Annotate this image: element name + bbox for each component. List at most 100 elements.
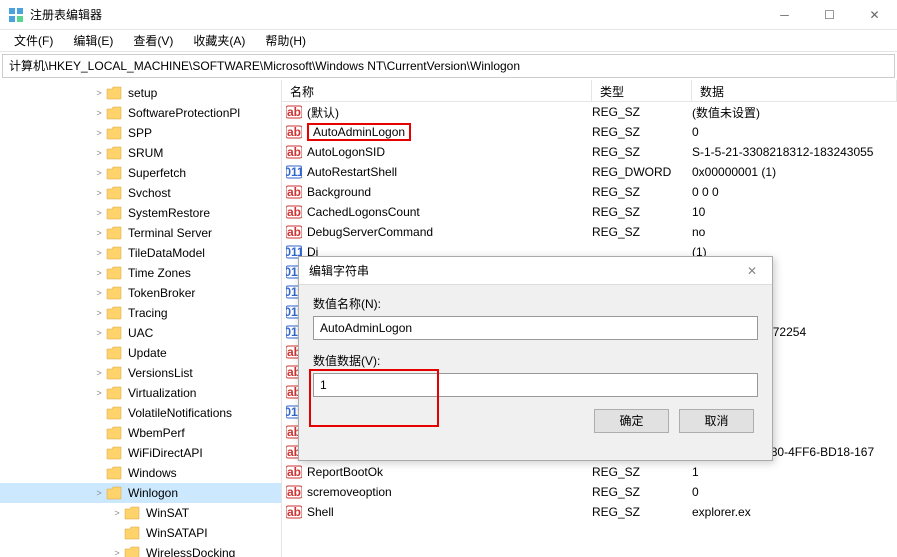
expander-icon[interactable]: >: [92, 228, 106, 238]
value-row[interactable]: abAutoAdminLogonREG_SZ0: [282, 122, 897, 142]
expander-icon[interactable]: >: [92, 328, 106, 338]
tree-item[interactable]: VolatileNotifications: [0, 403, 281, 423]
tree-item[interactable]: > SoftwareProtectionPl: [0, 103, 281, 123]
tree-label: Windows: [126, 465, 179, 481]
tree-panel[interactable]: >setup>SoftwareProtectionPl>SPP>SRUM>Sup…: [0, 80, 282, 557]
value-row[interactable]: abAutoLogonSIDREG_SZS-1-5-21-3308218312-…: [282, 142, 897, 162]
value-data: 0: [692, 125, 897, 139]
minimize-button[interactable]: ─: [762, 0, 807, 30]
tree-item[interactable]: > UAC: [0, 323, 281, 343]
value-name: (默认): [307, 104, 339, 121]
folder-icon: [106, 306, 122, 320]
tree-label: UAC: [126, 325, 155, 341]
tree-item[interactable]: >Virtualization: [0, 383, 281, 403]
col-name[interactable]: 名称: [282, 80, 592, 101]
value-data: S-1-5-21-3308218312-183243055: [692, 145, 897, 159]
expander-icon[interactable]: >: [92, 188, 106, 198]
expander-icon[interactable]: >: [92, 108, 106, 118]
value-name-input[interactable]: [313, 316, 758, 340]
svg-text:ab: ab: [287, 225, 301, 239]
menubar: 文件(F) 编辑(E) 查看(V) 收藏夹(A) 帮助(H): [0, 30, 897, 52]
expander-icon[interactable]: >: [92, 88, 106, 98]
titlebar: 注册表编辑器 ─ ☐ ✕: [0, 0, 897, 30]
tree-item[interactable]: >Tracing: [0, 303, 281, 323]
tree-item[interactable]: > VersionsList: [0, 363, 281, 383]
expander-icon[interactable]: >: [92, 488, 106, 498]
menu-favorites[interactable]: 收藏夹(A): [185, 30, 253, 51]
tree-item[interactable]: Update: [0, 343, 281, 363]
expander-icon[interactable]: >: [110, 548, 124, 557]
value-row[interactable]: abReportBootOkREG_SZ1: [282, 462, 897, 482]
tree-item[interactable]: >Winlogon: [0, 483, 281, 503]
expander-icon[interactable]: >: [92, 128, 106, 138]
tree-label: WiFiDirectAPI: [126, 445, 205, 461]
tree-item[interactable]: Windows: [0, 463, 281, 483]
folder-icon: [106, 486, 122, 500]
string-icon: ab: [286, 204, 302, 220]
folder-icon: [106, 206, 122, 220]
string-icon: ab: [286, 124, 302, 140]
tree-item[interactable]: WiFiDirectAPI: [0, 443, 281, 463]
value-row[interactable]: abShellREG_SZexplorer.ex: [282, 502, 897, 522]
value-row[interactable]: ab(默认)REG_SZ(数值未设置): [282, 102, 897, 122]
maximize-button[interactable]: ☐: [807, 0, 852, 30]
expander-icon[interactable]: >: [92, 388, 106, 398]
tree-item[interactable]: >TileDataModel: [0, 243, 281, 263]
tree-label: WbemPerf: [126, 425, 187, 441]
value-row[interactable]: abCachedLogonsCountREG_SZ10: [282, 202, 897, 222]
folder-icon: [124, 546, 140, 557]
tree-item[interactable]: >setup: [0, 83, 281, 103]
folder-icon: [106, 406, 122, 420]
tree-item[interactable]: WinSATAPI: [0, 523, 281, 543]
tree-item[interactable]: >WirelessDocking: [0, 543, 281, 557]
tree-item[interactable]: > SPP: [0, 123, 281, 143]
tree-label: SPP: [126, 125, 154, 141]
tree-item[interactable]: >SRUM: [0, 143, 281, 163]
tree-label: VersionsList: [126, 365, 195, 381]
tree-item[interactable]: >WinSAT: [0, 503, 281, 523]
value-row[interactable]: abDebugServerCommandREG_SZno: [282, 222, 897, 242]
expander-icon[interactable]: >: [92, 148, 106, 158]
value-row[interactable]: 011AutoRestartShellREG_DWORD0x00000001 (…: [282, 162, 897, 182]
menu-view[interactable]: 查看(V): [125, 30, 181, 51]
expander-icon[interactable]: >: [92, 368, 106, 378]
tree-item[interactable]: >Superfetch: [0, 163, 281, 183]
string-icon: ab: [286, 484, 302, 500]
col-data[interactable]: 数据: [692, 80, 897, 101]
tree-item[interactable]: >SystemRestore: [0, 203, 281, 223]
value-row[interactable]: abBackgroundREG_SZ0 0 0: [282, 182, 897, 202]
tree-item[interactable]: WbemPerf: [0, 423, 281, 443]
expander-icon[interactable]: >: [92, 268, 106, 278]
tree-label: SoftwareProtectionPl: [126, 105, 242, 121]
folder-icon: [106, 266, 122, 280]
address-bar[interactable]: 计算机\HKEY_LOCAL_MACHINE\SOFTWARE\Microsof…: [2, 54, 895, 78]
value-row[interactable]: abscremoveoptionREG_SZ0: [282, 482, 897, 502]
expander-icon[interactable]: >: [92, 168, 106, 178]
col-type[interactable]: 类型: [592, 80, 692, 101]
dialog-titlebar[interactable]: 编辑字符串 ✕: [299, 257, 772, 285]
binary-icon: 011: [286, 164, 302, 180]
tree-item[interactable]: >Svchost: [0, 183, 281, 203]
cancel-button[interactable]: 取消: [679, 409, 754, 433]
expander-icon[interactable]: >: [92, 288, 106, 298]
ok-button[interactable]: 确定: [594, 409, 669, 433]
dialog-close-button[interactable]: ✕: [732, 257, 772, 285]
svg-text:ab: ab: [287, 505, 301, 519]
expander-icon[interactable]: >: [92, 308, 106, 318]
expander-icon[interactable]: >: [110, 508, 124, 518]
menu-file[interactable]: 文件(F): [6, 30, 61, 51]
tree-label: Time Zones: [126, 265, 193, 281]
menu-help[interactable]: 帮助(H): [257, 30, 314, 51]
folder-icon: [106, 386, 122, 400]
folder-icon: [106, 346, 122, 360]
value-data-input[interactable]: [313, 373, 758, 397]
expander-icon[interactable]: >: [92, 248, 106, 258]
close-button[interactable]: ✕: [852, 0, 897, 30]
svg-text:ab: ab: [287, 145, 301, 159]
folder-icon: [106, 326, 122, 340]
expander-icon[interactable]: >: [92, 208, 106, 218]
tree-item[interactable]: > Time Zones: [0, 263, 281, 283]
menu-edit[interactable]: 编辑(E): [65, 30, 121, 51]
tree-item[interactable]: >Terminal Server: [0, 223, 281, 243]
tree-item[interactable]: >TokenBroker: [0, 283, 281, 303]
